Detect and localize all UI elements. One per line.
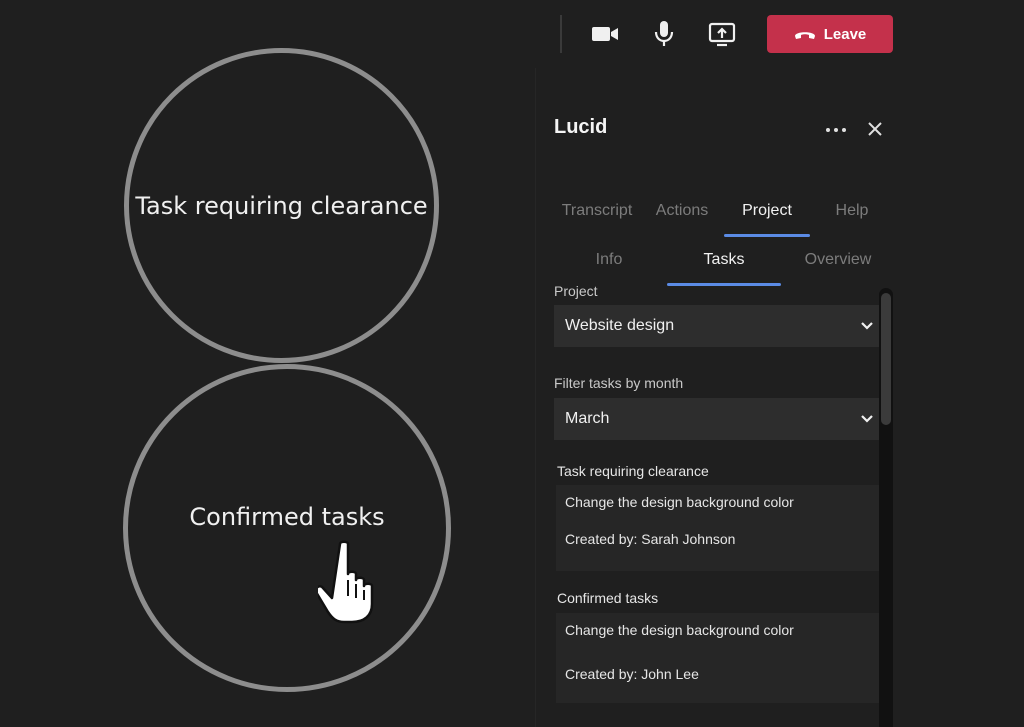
leave-label: Leave: [823, 25, 867, 43]
callout-confirmed-tasks: Confirmed tasks: [123, 364, 451, 692]
month-value: March: [565, 410, 610, 427]
video-camera-icon: [592, 27, 618, 41]
microphone-icon: [654, 21, 674, 46]
hang-up-icon: [794, 32, 815, 39]
callout-task-requiring-clearance: Task requiring clearance: [124, 48, 439, 363]
hand-pointer-icon: [318, 540, 374, 624]
confirmed-task-card[interactable]: Change the design background color Creat…: [556, 613, 880, 703]
microphone-button[interactable]: [648, 20, 680, 48]
more-options-icon[interactable]: [824, 120, 848, 140]
filter-label: Filter tasks by month: [554, 375, 684, 391]
active-subtab-indicator: [667, 283, 781, 286]
chevron-down-icon: [861, 415, 873, 423]
pending-task-card[interactable]: Change the design background color Creat…: [556, 485, 880, 571]
tab-transcript[interactable]: Transcript: [558, 202, 636, 220]
project-label: Project: [554, 283, 598, 299]
camera-button[interactable]: [589, 20, 621, 48]
subtab-info[interactable]: Info: [592, 251, 626, 269]
project-select[interactable]: Website design: [554, 305, 880, 347]
toolbar-divider: [560, 15, 562, 53]
month-filter-select[interactable]: March: [554, 398, 880, 440]
callout-label: Task requiring clearance: [135, 191, 428, 220]
app-side-panel: Lucid Transcript Actions Project Help In…: [536, 68, 908, 727]
tab-project[interactable]: Project: [726, 202, 808, 220]
tab-actions[interactable]: Actions: [649, 202, 715, 220]
scrollbar-thumb[interactable]: [881, 293, 891, 425]
main-tabs: Transcript Actions Project Help: [536, 202, 908, 238]
task-creator: Created by: Sarah Johnson: [565, 531, 736, 547]
chevron-down-icon: [861, 322, 873, 330]
tab-help[interactable]: Help: [828, 202, 876, 220]
confirmed-section-label: Confirmed tasks: [557, 590, 659, 606]
callout-label: Confirmed tasks: [189, 503, 385, 531]
share-screen-button[interactable]: [706, 20, 738, 48]
project-value: Website design: [565, 317, 675, 334]
subtab-tasks[interactable]: Tasks: [696, 251, 752, 269]
subtab-overview[interactable]: Overview: [798, 251, 878, 269]
active-tab-indicator: [724, 234, 810, 237]
panel-title: Lucid: [554, 116, 608, 138]
task-title: Change the design background color: [565, 622, 794, 638]
task-creator: Created by: John Lee: [565, 666, 699, 682]
pending-section-label: Task requiring clearance: [557, 463, 709, 479]
close-icon[interactable]: [864, 118, 886, 140]
leave-button[interactable]: Leave: [767, 15, 893, 53]
sub-tabs: Info Tasks Overview: [536, 251, 908, 287]
task-title: Change the design background color: [565, 494, 794, 510]
share-screen-icon: [708, 22, 736, 47]
